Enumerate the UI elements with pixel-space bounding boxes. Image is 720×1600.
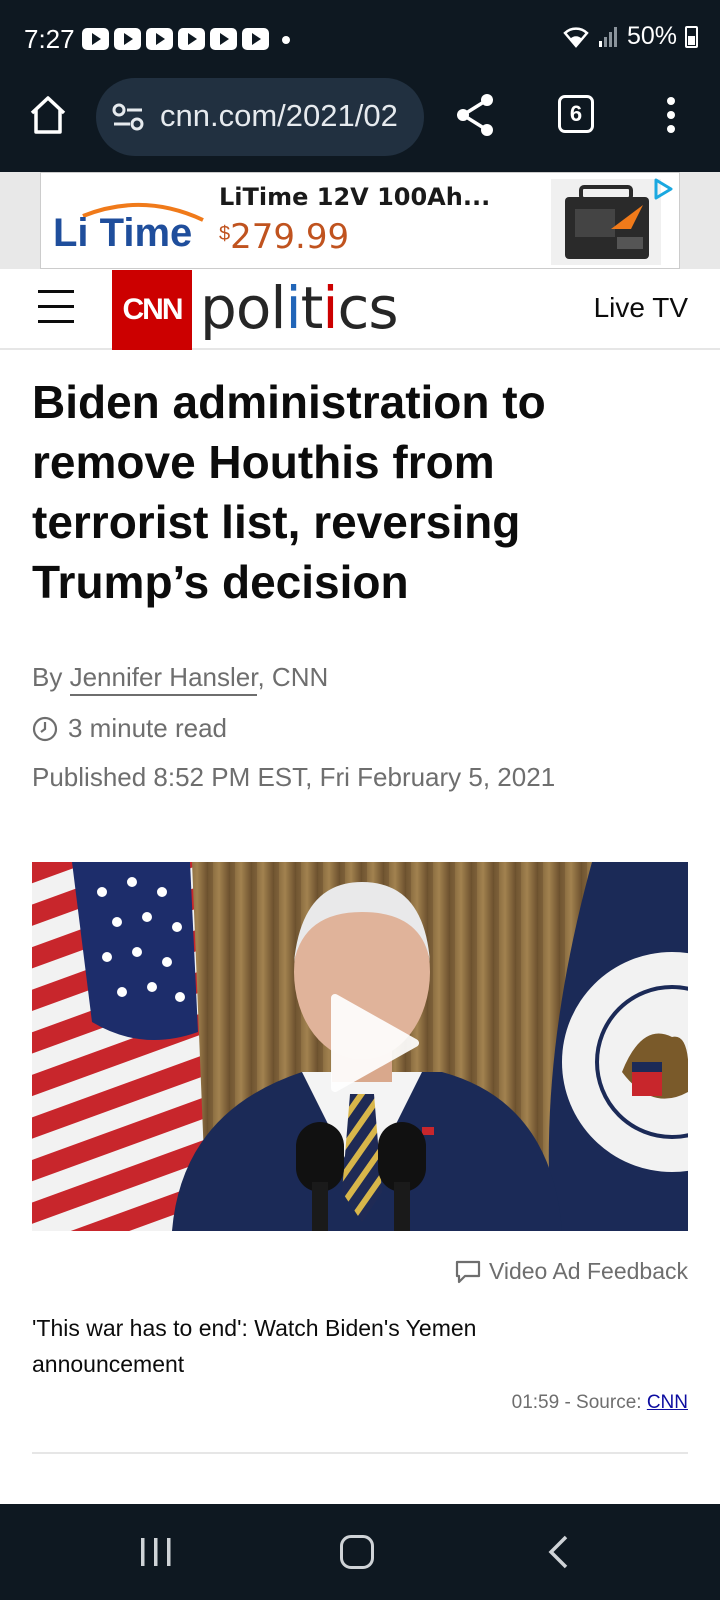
status-time: 7:27 (24, 24, 75, 54)
youtube-notification-icon (82, 28, 109, 50)
youtube-notification-icon (146, 28, 173, 50)
notification-icons (82, 28, 269, 50)
status-bar: 7:27 50% (0, 0, 720, 78)
youtube-notification-icon (242, 28, 269, 50)
source-link[interactable]: CNN (647, 1392, 688, 1413)
wifi-icon (563, 26, 589, 48)
clock-icon (32, 716, 58, 741)
divider (32, 1452, 688, 1454)
video-caption: 'This war has to end': Watch Biden's Yem… (32, 1315, 477, 1377)
browser-toolbar: cnn.com/2021/02 6 (0, 78, 720, 172)
ad-title: LiTime 12V 100Ah... (219, 183, 491, 211)
cnn-logo[interactable]: CNN (112, 270, 192, 350)
system-nav-bar (0, 1504, 720, 1600)
tab-switcher-button[interactable]: 6 (558, 95, 594, 133)
site-settings-icon[interactable] (112, 102, 144, 132)
more-notifications-dot-icon (282, 36, 290, 44)
ad-price: $279.99 (219, 217, 350, 257)
battery-percent: 50% (626, 22, 677, 50)
byline: By Jennifer Hansler, CNN (32, 662, 328, 696)
video-source: 01:59 - Source: CNN (511, 1392, 688, 1413)
more-menu-icon[interactable] (660, 94, 682, 138)
hamburger-menu-icon[interactable] (38, 290, 74, 324)
ad-banner-area: Li Time LiTime 12V 100Ah... $279.99 (0, 172, 720, 269)
youtube-notification-icon (114, 28, 141, 50)
feedback-icon (455, 1260, 481, 1283)
battery-icon (685, 25, 698, 48)
section-title[interactable]: politics (200, 274, 399, 342)
adchoices-icon[interactable] (651, 177, 675, 201)
home-icon[interactable] (28, 93, 68, 137)
live-tv-link[interactable]: Live TV (594, 292, 688, 324)
recent-apps-icon[interactable] (138, 1536, 174, 1568)
published-timestamp: Published 8:52 PM EST, Fri February 5, 2… (32, 762, 556, 792)
play-icon[interactable] (317, 988, 427, 1098)
video-ad-feedback-link[interactable]: Video Ad Feedback (455, 1258, 688, 1285)
author-link[interactable]: Jennifer Hansler (69, 662, 258, 696)
litime-logo: Li Time (53, 203, 204, 255)
battery-product-image (551, 179, 661, 265)
video-player[interactable] (32, 862, 688, 1231)
back-icon[interactable] (546, 1534, 570, 1570)
section-title-text: politics (200, 274, 399, 342)
site-header: CNN politics Live TV (0, 270, 720, 350)
url-text: cnn.com/2021/02 (160, 98, 398, 133)
article-headline: Biden administration to remove Houthis f… (32, 376, 546, 608)
signal-icon (598, 26, 617, 47)
share-icon[interactable] (454, 92, 496, 138)
youtube-notification-icon (178, 28, 205, 50)
youtube-notification-icon (210, 28, 237, 50)
address-bar[interactable]: cnn.com/2021/02 (96, 78, 424, 156)
read-time: 3 minute read (32, 713, 227, 744)
svg-text:Li Time: Li Time (53, 211, 192, 255)
home-nav-icon[interactable] (340, 1535, 374, 1569)
ad-banner[interactable]: Li Time LiTime 12V 100Ah... $279.99 (40, 172, 680, 269)
